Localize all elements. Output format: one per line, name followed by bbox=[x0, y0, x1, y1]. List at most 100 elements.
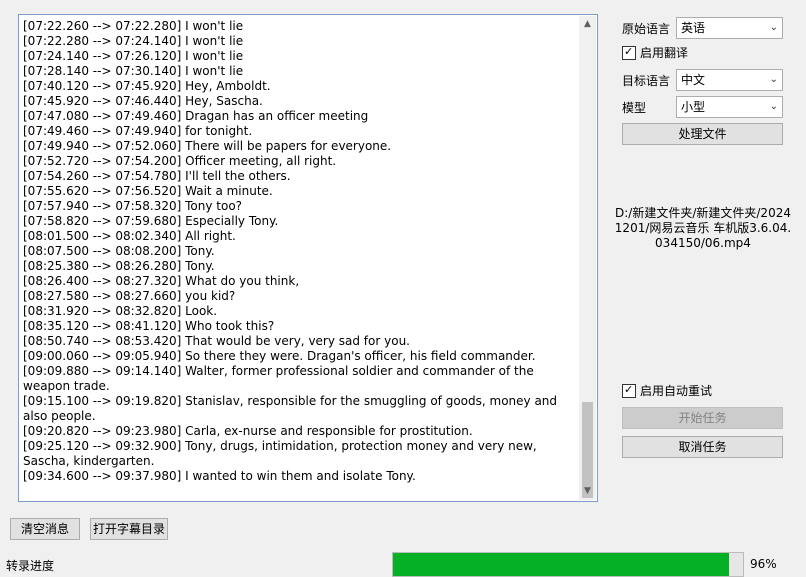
log-line: [08:50.740 --> 08:53.420] That would be … bbox=[23, 334, 578, 349]
log-line: [09:25.120 --> 09:32.900] Tony, drugs, i… bbox=[23, 439, 578, 469]
log-text: That would be very, very sad for you. bbox=[185, 334, 410, 348]
log-text: Tony. bbox=[185, 244, 215, 258]
enable-translate-checkbox[interactable]: ✓ 启用翻译 bbox=[622, 45, 688, 61]
log-timestamp: [07:22.260 --> 07:22.280] bbox=[23, 19, 182, 33]
checkmark-icon: ✓ bbox=[624, 44, 634, 58]
log-text: I'll tell the others. bbox=[185, 169, 291, 183]
clear-messages-button[interactable]: 清空消息 bbox=[10, 518, 80, 540]
log-timestamp: [08:50.740 --> 08:53.420] bbox=[23, 334, 182, 348]
open-subtitle-dir-button[interactable]: 打开字幕目录 bbox=[90, 518, 168, 540]
log-text: I wanted to win them and isolate Tony. bbox=[185, 469, 416, 483]
log-text: So there they were. Dragan's officer, hi… bbox=[185, 349, 536, 363]
target-lang-label: 目标语言 bbox=[622, 74, 671, 88]
log-text: Tony. bbox=[185, 259, 215, 273]
auto-retry-label: 启用自动重试 bbox=[640, 384, 713, 398]
chevron-down-icon: ⌄ bbox=[769, 101, 778, 112]
model-value: 小型 bbox=[681, 100, 706, 114]
log-line: [08:07.500 --> 08:08.200] Tony. bbox=[23, 244, 578, 259]
log-line: [07:22.260 --> 07:22.280] I won't lie bbox=[23, 19, 578, 34]
log-timestamp: [09:09.880 --> 09:14.140] bbox=[23, 364, 182, 378]
checkbox-icon[interactable]: ✓ bbox=[622, 44, 636, 60]
log-content: [07:22.260 --> 07:22.280] I won't lie [07… bbox=[23, 19, 578, 497]
log-line: [09:09.880 --> 09:14.140] Walter, former… bbox=[23, 364, 578, 394]
cancel-task-button[interactable]: 取消任务 bbox=[622, 436, 783, 458]
log-text: Who took this? bbox=[185, 319, 275, 333]
checkbox-icon[interactable]: ✓ bbox=[622, 383, 636, 398]
log-line: [07:52.720 --> 07:54.200] Officer meetin… bbox=[23, 154, 578, 169]
progress-fill bbox=[393, 553, 729, 576]
log-timestamp: [09:20.820 --> 09:23.980] bbox=[23, 424, 182, 438]
log-line: [09:00.060 --> 09:05.940] So there they … bbox=[23, 349, 578, 364]
file-path: D:/新建文件夹/新建文件夹/20241201/网易云音乐 车机版3.6.04.… bbox=[614, 206, 792, 250]
model-select[interactable]: 小型 ⌄ bbox=[676, 96, 783, 118]
chevron-down-icon: ⌄ bbox=[769, 74, 778, 85]
log-timestamp: [07:45.920 --> 07:46.440] bbox=[23, 94, 182, 108]
log-timestamp: [08:35.120 --> 08:41.120] bbox=[23, 319, 182, 333]
model-label: 模型 bbox=[622, 101, 647, 115]
log-timestamp: [07:24.140 --> 07:26.120] bbox=[23, 49, 182, 63]
log-timestamp: [08:26.400 --> 08:27.320] bbox=[23, 274, 182, 288]
log-timestamp: [07:40.120 --> 07:45.920] bbox=[23, 79, 182, 93]
log-timestamp: [07:28.140 --> 07:30.140] bbox=[23, 64, 182, 78]
source-lang-select[interactable]: 英语 ⌄ bbox=[676, 17, 783, 39]
start-task-button[interactable]: 开始任务 bbox=[622, 407, 783, 429]
log-timestamp: [08:01.500 --> 08:02.340] bbox=[23, 229, 182, 243]
log-text: I won't lie bbox=[185, 49, 244, 63]
log-timestamp: [08:27.580 --> 08:27.660] bbox=[23, 289, 182, 303]
log-text: Hey, Amboldt. bbox=[185, 79, 271, 93]
log-line: [07:54.260 --> 07:54.780] I'll tell the … bbox=[23, 169, 578, 184]
scroll-up-icon[interactable]: ▲ bbox=[579, 16, 596, 33]
log-line: [07:40.120 --> 07:45.920] Hey, Amboldt. bbox=[23, 79, 578, 94]
log-line: [09:15.100 --> 09:19.820] Stanislav, res… bbox=[23, 394, 578, 424]
log-textbox[interactable]: [07:22.260 --> 07:22.280] I won't lie [07… bbox=[18, 14, 598, 502]
log-text: Look. bbox=[185, 304, 218, 318]
log-text: All right. bbox=[185, 229, 236, 243]
log-scrollbar[interactable]: ▲ ▼ bbox=[579, 16, 596, 500]
source-lang-label: 原始语言 bbox=[622, 22, 671, 36]
log-timestamp: [07:47.080 --> 07:49.460] bbox=[23, 109, 182, 123]
log-line: [07:49.940 --> 07:52.060] There will be … bbox=[23, 139, 578, 154]
log-text: I won't lie bbox=[185, 64, 244, 78]
progress-bar bbox=[392, 552, 744, 577]
log-text: I won't lie bbox=[185, 19, 244, 33]
log-line: [07:57.940 --> 07:58.320] Tony too? bbox=[23, 199, 578, 214]
process-file-button[interactable]: 处理文件 bbox=[622, 123, 783, 145]
chevron-down-icon: ⌄ bbox=[769, 22, 778, 33]
log-line: [07:24.140 --> 07:26.120] I won't lie bbox=[23, 49, 578, 64]
log-text: Officer meeting, all right. bbox=[185, 154, 337, 168]
log-text: Wait a minute. bbox=[185, 184, 273, 198]
log-text: you kid? bbox=[185, 289, 236, 303]
log-timestamp: [09:00.060 --> 09:05.940] bbox=[23, 349, 182, 363]
log-line: [08:35.120 --> 08:41.120] Who took this? bbox=[23, 319, 578, 334]
source-lang-value: 英语 bbox=[681, 21, 706, 35]
target-lang-value: 中文 bbox=[681, 73, 706, 87]
log-text: I won't lie bbox=[185, 34, 244, 48]
log-timestamp: [07:58.820 --> 07:59.680] bbox=[23, 214, 182, 228]
log-timestamp: [07:55.620 --> 07:56.520] bbox=[23, 184, 182, 198]
log-line: [07:47.080 --> 07:49.460] Dragan has an … bbox=[23, 109, 578, 124]
log-text: Especially Tony. bbox=[185, 214, 279, 228]
log-text: Hey, Sascha. bbox=[185, 94, 263, 108]
log-timestamp: [09:15.100 --> 09:19.820] bbox=[23, 394, 182, 408]
log-text: What do you think, bbox=[185, 274, 300, 288]
log-line: [07:45.920 --> 07:46.440] Hey, Sascha. bbox=[23, 94, 578, 109]
log-line: [07:22.280 --> 07:24.140] I won't lie bbox=[23, 34, 578, 49]
log-timestamp: [07:54.260 --> 07:54.780] bbox=[23, 169, 182, 183]
log-line: [08:27.580 --> 08:27.660] you kid? bbox=[23, 289, 578, 304]
log-text: Dragan has an officer meeting bbox=[185, 109, 369, 123]
progress-label: 转录进度 bbox=[6, 559, 55, 573]
scroll-down-icon[interactable]: ▼ bbox=[579, 483, 596, 500]
log-timestamp: [09:25.120 --> 09:32.900] bbox=[23, 439, 182, 453]
target-lang-select[interactable]: 中文 ⌄ bbox=[676, 69, 783, 91]
log-line: [09:20.820 --> 09:23.980] Carla, ex-nurs… bbox=[23, 424, 578, 439]
log-timestamp: [07:49.940 --> 07:52.060] bbox=[23, 139, 182, 153]
auto-retry-checkbox[interactable]: ✓ 启用自动重试 bbox=[622, 383, 712, 399]
enable-translate-label: 启用翻译 bbox=[640, 46, 689, 60]
log-line: [08:31.920 --> 08:32.820] Look. bbox=[23, 304, 578, 319]
log-line: [08:01.500 --> 08:02.340] All right. bbox=[23, 229, 578, 244]
log-timestamp: [08:25.380 --> 08:26.280] bbox=[23, 259, 182, 273]
log-timestamp: [08:31.920 --> 08:32.820] bbox=[23, 304, 182, 318]
progress-percent: 96% bbox=[750, 557, 777, 571]
log-text: Tony too? bbox=[185, 199, 243, 213]
log-line: [07:28.140 --> 07:30.140] I won't lie bbox=[23, 64, 578, 79]
